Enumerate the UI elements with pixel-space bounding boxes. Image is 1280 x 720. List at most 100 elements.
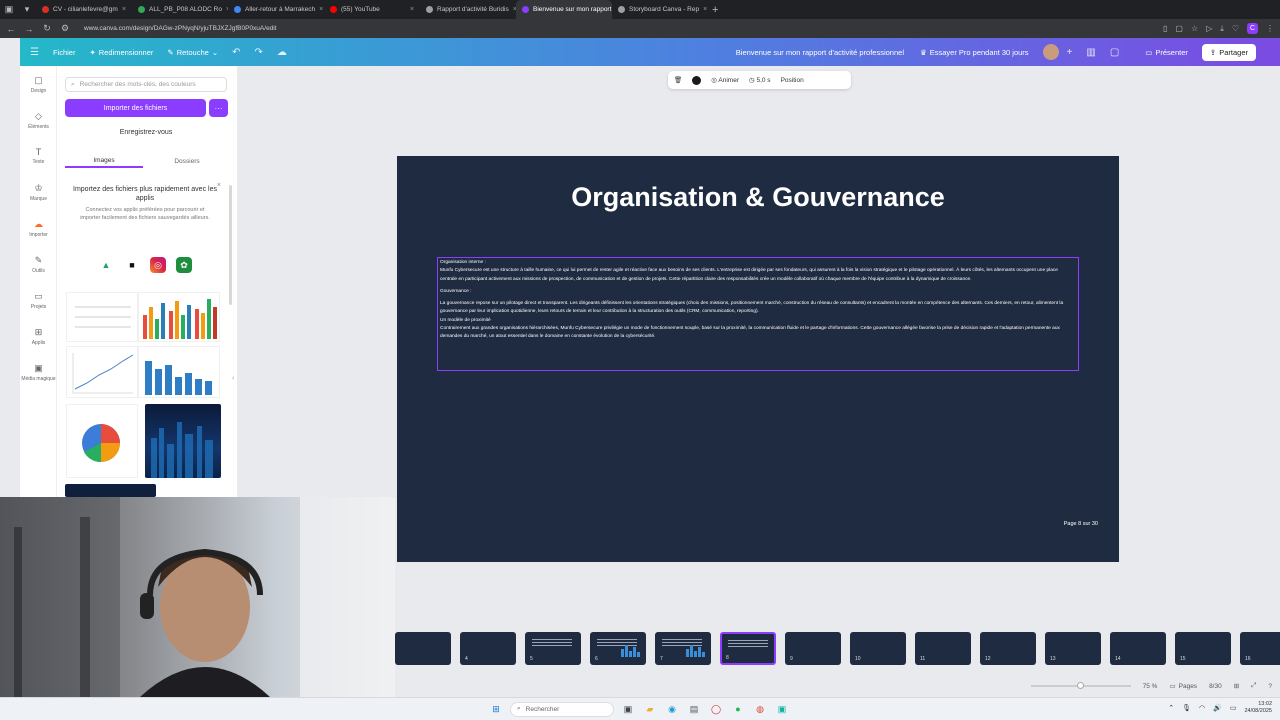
share-button[interactable]: ⇪ Partager: [1201, 43, 1256, 61]
duration-button[interactable]: ◷ 5,0 s: [749, 76, 771, 84]
store-icon[interactable]: ▤: [686, 701, 702, 717]
trash-icon[interactable]: 🗑: [674, 76, 682, 84]
browser-tab[interactable]: Rapport d'activité Buridis ×: [420, 0, 516, 19]
tab-close-icon[interactable]: ×: [319, 6, 323, 13]
download-icon[interactable]: ⤓: [1220, 24, 1224, 34]
page-thumbnail[interactable]: 7: [655, 632, 711, 665]
forward-icon[interactable]: →: [24, 24, 34, 34]
google-photos-icon[interactable]: ✿: [176, 257, 192, 273]
instagram-icon[interactable]: ◎: [150, 257, 166, 273]
tab-images[interactable]: Images: [65, 154, 143, 168]
tab-folders[interactable]: Dossiers: [148, 154, 226, 168]
color-swatch[interactable]: [692, 75, 702, 85]
page-thumbnail[interactable]: 8: [720, 632, 776, 665]
reload-icon[interactable]: ↻: [42, 23, 52, 34]
grid-view-icon[interactable]: ⊞: [1234, 682, 1239, 690]
tab-close-icon[interactable]: ×: [410, 6, 414, 13]
help-icon[interactable]: ?: [1268, 683, 1272, 690]
zoom-slider[interactable]: [1030, 682, 1131, 689]
battery-icon[interactable]: ▭: [1230, 704, 1237, 712]
slide-title[interactable]: Organisation & Gouvernance: [397, 182, 1119, 213]
search-input[interactable]: ⌕ Rechercher des mots-clés, des couleurs: [65, 77, 227, 92]
page-thumbnail[interactable]: 13: [1045, 632, 1101, 665]
edit-menu-button[interactable]: ✎ Retouche ⌄: [167, 48, 218, 57]
browser-tab[interactable]: Aller-retour à Marrakech ×: [228, 0, 324, 19]
rail-item-éléments[interactable]: ◇ Éléments: [20, 102, 57, 138]
install-app-icon[interactable]: ▯: [1163, 24, 1167, 33]
canva-app-icon[interactable]: ▣: [774, 701, 790, 717]
page-thumbnail[interactable]: 9: [785, 632, 841, 665]
tab-close-icon[interactable]: ×: [122, 6, 126, 13]
zoom-level[interactable]: 75 %: [1143, 683, 1158, 690]
url-field[interactable]: www.canva.com/design/DAGw-zPNyqN/yjuTBJX…: [84, 25, 1155, 32]
close-icon[interactable]: ×: [217, 182, 221, 189]
profile-badge[interactable]: C: [1247, 23, 1258, 34]
page-thumbnail[interactable]: 15: [1175, 632, 1231, 665]
menu-hamburger-icon[interactable]: ☰: [30, 47, 39, 58]
google-drive-icon[interactable]: ▲: [98, 257, 114, 273]
add-collaborator-icon[interactable]: +: [1067, 47, 1073, 58]
cloud-saved-icon[interactable]: ☁: [277, 47, 287, 58]
taskbar-search[interactable]: ⌕ Rechercher: [510, 701, 614, 717]
uploaded-image-city-skyline[interactable]: [145, 404, 221, 478]
redo-icon[interactable]: ↷: [255, 47, 263, 58]
media-play-icon[interactable]: ▷: [1206, 24, 1212, 33]
browser-tab[interactable]: Storyboard Canva - Rep ×: [612, 0, 708, 19]
microphone-icon[interactable]: 🎙: [1182, 704, 1191, 712]
resize-button[interactable]: ✦ Redimensionner: [89, 48, 153, 57]
uploaded-image-bar-chart-2[interactable]: [138, 346, 220, 398]
chrome-icon[interactable]: ◍: [752, 701, 768, 717]
rail-item-applis[interactable]: ⊞ Applis: [20, 318, 57, 354]
site-info-icon[interactable]: ⚙: [60, 23, 70, 34]
extension-icon[interactable]: ▢: [1175, 24, 1183, 33]
uploaded-image-bar-chart-1[interactable]: [138, 292, 220, 342]
page-thumbnail[interactable]: 4: [460, 632, 516, 665]
page-thumbnail[interactable]: 5: [525, 632, 581, 665]
browser-tab[interactable]: ALL_PB_P08 ALODC Ro×: [132, 0, 228, 19]
rail-item-projets[interactable]: ▭ Projets: [20, 282, 57, 318]
page-thumbnail[interactable]: 6: [590, 632, 646, 665]
file-explorer-icon[interactable]: ▰: [642, 701, 658, 717]
page-thumbnail[interactable]: 16: [1240, 632, 1280, 665]
file-menu-button[interactable]: Fichier: [53, 48, 76, 57]
page-thumbnail[interactable]: [395, 632, 451, 665]
import-files-button[interactable]: Importer des fichiers: [65, 99, 206, 117]
uploaded-image-line-chart[interactable]: [66, 346, 138, 398]
browser-tab[interactable]: (55) YouTube ×: [324, 0, 420, 19]
tab-search-icon[interactable]: ▾: [18, 0, 36, 19]
uploaded-image-table-1[interactable]: [66, 292, 138, 342]
windows-start-icon[interactable]: ⊞: [488, 701, 504, 717]
zoom-slider-thumb[interactable]: [1077, 682, 1085, 689]
volume-icon[interactable]: 🔊: [1213, 704, 1222, 712]
page-thumbnail[interactable]: 12: [980, 632, 1036, 665]
position-button[interactable]: Position: [781, 77, 804, 84]
new-tab-button[interactable]: +: [712, 4, 718, 16]
chevron-up-icon[interactable]: ⌃: [1168, 704, 1174, 712]
wifi-icon[interactable]: ◠: [1199, 704, 1205, 712]
page-thumbnail[interactable]: 14: [1110, 632, 1166, 665]
record-yourself-button[interactable]: Enregistrez-vous: [65, 124, 227, 140]
insights-chart-icon[interactable]: ▥: [1086, 47, 1095, 58]
system-clock[interactable]: 13:02 24/08/2025: [1244, 701, 1272, 715]
spotify-icon[interactable]: ●: [730, 701, 746, 717]
comment-icon[interactable]: ▢: [1110, 47, 1119, 58]
page-thumbnail[interactable]: 10: [850, 632, 906, 665]
pages-button[interactable]: ▭ Pages: [1169, 682, 1197, 691]
slide-text-box[interactable]: Organisation interne : Munfu Cybersecure…: [437, 257, 1079, 371]
rail-item-marque[interactable]: ♔ Marque: [20, 174, 57, 210]
browser-tab[interactable]: Bienvenue sur mon rapport×: [516, 0, 612, 19]
edge-icon[interactable]: ◉: [664, 701, 680, 717]
uploaded-image-pie-chart[interactable]: [66, 404, 138, 478]
rail-item-outils[interactable]: ✎ Outils: [20, 246, 57, 282]
task-view-icon[interactable]: ▣: [620, 701, 636, 717]
slide-canvas[interactable]: Organisation & Gouvernance Organisation …: [397, 156, 1119, 562]
animate-button[interactable]: ◎ Animer: [711, 76, 739, 84]
uploaded-image-dark[interactable]: [65, 484, 156, 497]
present-button[interactable]: ▭ Présenter: [1145, 48, 1188, 57]
tab-close-icon[interactable]: ×: [703, 6, 707, 13]
browser-tab[interactable]: CV - cilianlefevre@gm ×: [36, 0, 132, 19]
opera-icon[interactable]: ◯: [708, 701, 724, 717]
collapse-panel-icon[interactable]: ‹: [232, 375, 240, 389]
rail-item-design[interactable]: ▢ Design: [20, 66, 57, 102]
rail-item-texte[interactable]: T Texte: [20, 138, 57, 174]
